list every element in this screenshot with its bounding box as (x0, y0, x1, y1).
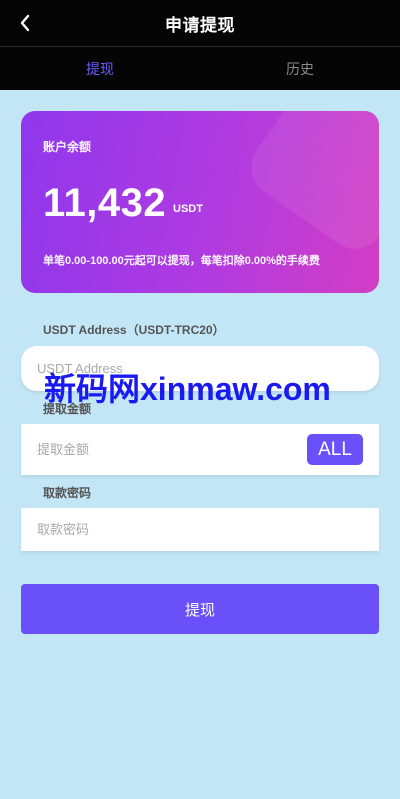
balance-amount: 11,432 (43, 181, 167, 225)
balance-card: 账户余额 11,432 USDT 单笔0.00-100.00元起可以提现，每笔扣… (21, 111, 379, 293)
page-title: 申请提现 (165, 15, 235, 35)
amount-input-box: ALL (21, 424, 379, 475)
tab-bar: 提现 历史 (0, 46, 400, 90)
password-input-box (21, 508, 379, 551)
submit-button[interactable]: 提现 (21, 584, 379, 634)
top-bar: 申请提现 (0, 0, 400, 46)
all-button[interactable]: ALL (307, 434, 363, 465)
tab-history[interactable]: 历史 (200, 47, 400, 90)
withdraw-rule-note: 单笔0.00-100.00元起可以提现，每笔扣除0.00%的手续费 (43, 255, 320, 267)
balance-unit: USDT (173, 203, 203, 215)
password-input[interactable] (37, 522, 363, 537)
back-button[interactable] (14, 12, 36, 34)
address-input[interactable] (37, 361, 363, 376)
card-decoration (239, 111, 379, 261)
address-label: USDT Address（USDT-TRC20） (43, 323, 225, 337)
chevron-left-icon (20, 14, 30, 32)
tab-withdraw[interactable]: 提现 (0, 47, 200, 90)
amount-label: 提取金额 (43, 402, 92, 416)
balance-label: 账户余额 (43, 140, 92, 154)
address-input-box (21, 346, 379, 391)
password-label: 取款密码 (43, 486, 92, 500)
